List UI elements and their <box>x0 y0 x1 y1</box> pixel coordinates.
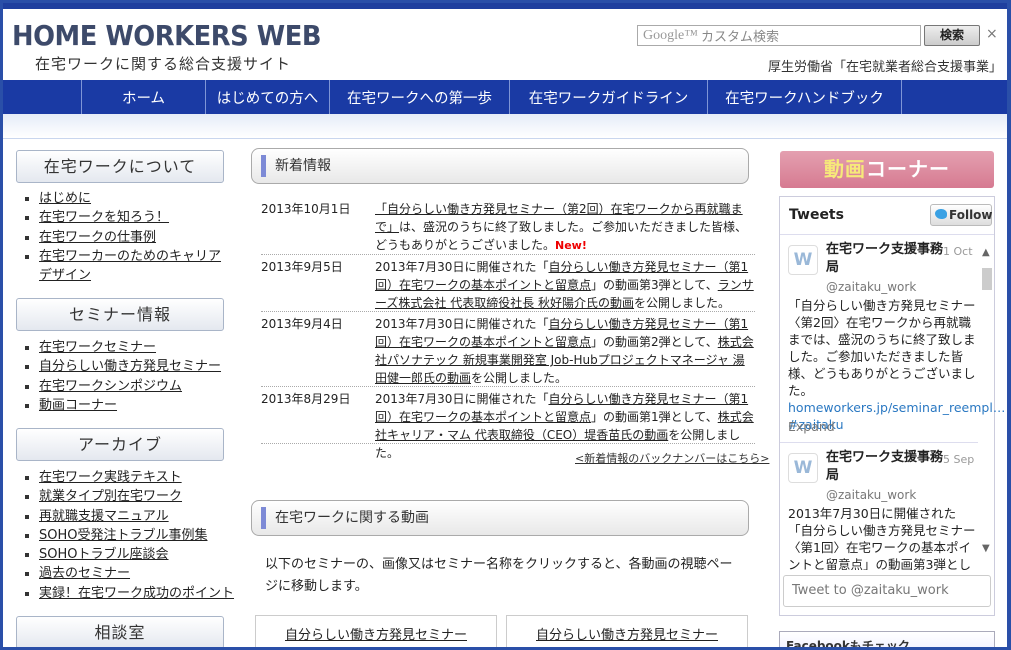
news-heading: 新着情報 <box>251 148 749 184</box>
sidebar-list-archive: 在宅ワーク実践テキスト 就業タイプ別在宅ワーク 再就職支援マニュアル SOHO受… <box>23 468 238 603</box>
news-text: 2013年7月30日に開催された「 <box>375 392 549 406</box>
news-item: 2013年10月1日 「自分らしい働き方発見セミナー（第2回）在宅ワークから再就… <box>261 197 755 255</box>
list-item[interactable]: 実録！在宅ワーク成功のポイント <box>23 584 238 603</box>
news-text: を公開しました。 <box>471 371 568 385</box>
google-label: Google™ <box>643 27 698 43</box>
list-item[interactable]: 過去のセミナー <box>23 564 238 583</box>
list-item[interactable]: 在宅ワークセミナー <box>23 338 229 357</box>
search-input[interactable]: Google™ カスタム検索 <box>637 25 921 46</box>
follow-button[interactable]: Follow <box>930 204 993 226</box>
video-corner-label-a: 動画 <box>824 157 866 181</box>
list-item[interactable]: 自分らしい働き方発見セミナー <box>23 357 229 376</box>
tweet-author[interactable]: 在宅ワーク支援事務局 <box>826 449 944 485</box>
follow-label: Follow <box>949 208 993 222</box>
sidebar-list-about: はじめに 在宅ワークを知ろう！ 在宅ワークの仕事例 在宅ワーカーのためのキャリア… <box>23 189 229 285</box>
avatar[interactable]: W <box>788 245 818 275</box>
tweet-body: 「自分らしい働き方発見セミナー〈第2回〉在宅ワークから再就職までは、盛況のうちに… <box>788 298 1006 432</box>
list-item[interactable]: 在宅ワーカーのためのキャリアデザイン <box>23 247 229 286</box>
tweet-author[interactable]: 在宅ワーク支援事務局 <box>826 241 944 277</box>
twitter-widget: Tweets Follow W 在宅ワーク支援事務局 1 Oct @zaitak… <box>779 196 1006 616</box>
sidebar-list-seminar: 在宅ワークセミナー 自分らしい働き方発見セミナー 在宅ワークシンポジウム 動画コ… <box>23 338 229 415</box>
news-date: 2013年9月4日 <box>261 317 343 331</box>
sub-bar <box>3 114 1007 139</box>
videos-intro: 以下のセミナーの、画像又はセミナー名称をクリックすると、各動画の視聴ページに移動… <box>265 557 733 594</box>
tweet-to-input[interactable]: Tweet to @zaitaku_work <box>783 575 991 607</box>
news-date: 2013年8月29日 <box>261 392 351 406</box>
sidebar-heading-seminar[interactable]: セミナー情報 <box>16 298 224 331</box>
nav-handbook[interactable]: 在宅ワークハンドブック <box>708 80 902 114</box>
news-text: 」の動画第2弾として、 <box>591 335 718 349</box>
news-date: 2013年9月5日 <box>261 260 343 274</box>
tweet: W 在宅ワーク支援事務局 5 Sep @zaitaku_work 2013年7月… <box>780 445 980 570</box>
news-item: 2013年9月5日 2013年7月30日に開催された「自分らしい働き方発見セミナ… <box>261 255 755 312</box>
list-item[interactable]: SOHOトラブル座談会 <box>23 545 238 564</box>
tweets-title: Tweets <box>789 207 844 223</box>
list-item[interactable]: はじめに <box>23 189 229 208</box>
nav-guideline[interactable]: 在宅ワークガイドライン <box>510 80 708 114</box>
nav-first-step[interactable]: 在宅ワークへの第一歩 <box>330 80 510 114</box>
divider <box>780 442 978 443</box>
tweet-handle: @zaitaku_work <box>826 488 917 502</box>
avatar[interactable]: W <box>788 453 818 483</box>
news-text: 」の動画第3弾として、 <box>591 278 718 292</box>
scroll-thumb[interactable] <box>982 268 992 290</box>
scrollbar[interactable]: ▲ ▼ <box>979 245 994 563</box>
scroll-up-icon[interactable]: ▲ <box>982 247 990 258</box>
list-item[interactable]: SOHO受発注トラブル事例集 <box>23 526 238 545</box>
facebook-heading: Facebookもチェック <box>779 631 995 647</box>
video-box[interactable]: 自分らしい働き方発見セミナー <box>255 615 497 647</box>
site-tagline: 在宅ワークに関する総合支援サイト <box>35 55 292 73</box>
scroll-down-icon[interactable]: ▼ <box>982 543 990 554</box>
site-logo[interactable]: HOME WORKERS WEB <box>12 19 321 52</box>
search-button[interactable]: 検索 <box>924 25 980 46</box>
video-corner-label-b: コーナー <box>866 157 950 181</box>
tweet: W 在宅ワーク支援事務局 1 Oct @zaitaku_work 「自分らしい働… <box>780 237 1006 442</box>
tweet-date[interactable]: 1 Oct <box>943 243 973 260</box>
nav-first-time[interactable]: はじめての方へ <box>206 80 330 114</box>
news-text: を公開しました。 <box>634 296 731 310</box>
video-link[interactable]: 自分らしい働き方発見セミナー <box>285 628 467 643</box>
videos-heading: 在宅ワークに関する動画 <box>251 500 749 536</box>
video-box[interactable]: 自分らしい働き方発見セミナー <box>506 615 748 647</box>
video-corner-button[interactable]: 動画コーナー <box>780 151 994 188</box>
sidebar-heading-consult[interactable]: 相談室 <box>16 616 224 647</box>
tweet-date[interactable]: 5 Sep <box>943 451 974 468</box>
news-item: 2013年8月29日 2013年7月30日に開催された「自分らしい働き方発見セミ… <box>261 387 755 460</box>
news-text: 2013年7月30日に開催された「 <box>375 260 549 274</box>
sidebar-heading-archive[interactable]: アーカイブ <box>16 428 224 461</box>
sidebar-heading-about[interactable]: 在宅ワークについて <box>16 150 224 183</box>
divider <box>780 234 994 235</box>
tweet-body: 2013年7月30日に開催された「自分らしい働き方発見セミナー〈第1回〉在宅ワー… <box>788 506 976 570</box>
list-item[interactable]: 在宅ワーク実践テキスト <box>23 468 238 487</box>
news-text: 2013年7月30日に開催された「 <box>375 317 549 331</box>
page-frame: HOME WORKERS WEB 在宅ワークに関する総合支援サイト Google… <box>0 0 1011 650</box>
top-bar <box>3 3 1007 9</box>
news-backnumber-link[interactable]: <新着情報のバックナンバーはこちら> <box>575 450 769 466</box>
nav-home[interactable]: ホーム <box>82 80 206 114</box>
list-item[interactable]: 動画コーナー <box>23 396 229 415</box>
list-item[interactable]: 再就職支援マニュアル <box>23 507 238 526</box>
video-link[interactable]: 自分らしい働き方発見セミナー <box>536 628 718 643</box>
clear-search-icon[interactable]: × <box>986 26 998 42</box>
tweet-handle: @zaitaku_work <box>826 280 917 294</box>
mhlw-label: 厚生労働省「在宅就業者総合支援事業」 <box>768 60 1003 75</box>
news-text: 」の動画第1弾として、 <box>591 410 718 424</box>
list-item[interactable]: 就業タイプ別在宅ワーク <box>23 487 238 506</box>
list-item[interactable]: 在宅ワークを知ろう！ <box>23 208 229 227</box>
news-date: 2013年10月1日 <box>261 202 351 216</box>
new-badge: New! <box>555 239 587 252</box>
nav-spacer <box>3 80 82 114</box>
search-placeholder: カスタム検索 <box>700 30 779 45</box>
news-item: 2013年9月4日 2013年7月30日に開催された「自分らしい働き方発見セミナ… <box>261 312 755 387</box>
tweet-expand[interactable]: Expand <box>788 418 978 435</box>
main-nav: ホーム はじめての方へ 在宅ワークへの第一歩 在宅ワークガイドライン 在宅ワーク… <box>3 80 1007 114</box>
twitter-bird-icon <box>935 209 947 219</box>
list-item[interactable]: 在宅ワークの仕事例 <box>23 228 229 247</box>
list-item[interactable]: 在宅ワークシンポジウム <box>23 377 229 396</box>
